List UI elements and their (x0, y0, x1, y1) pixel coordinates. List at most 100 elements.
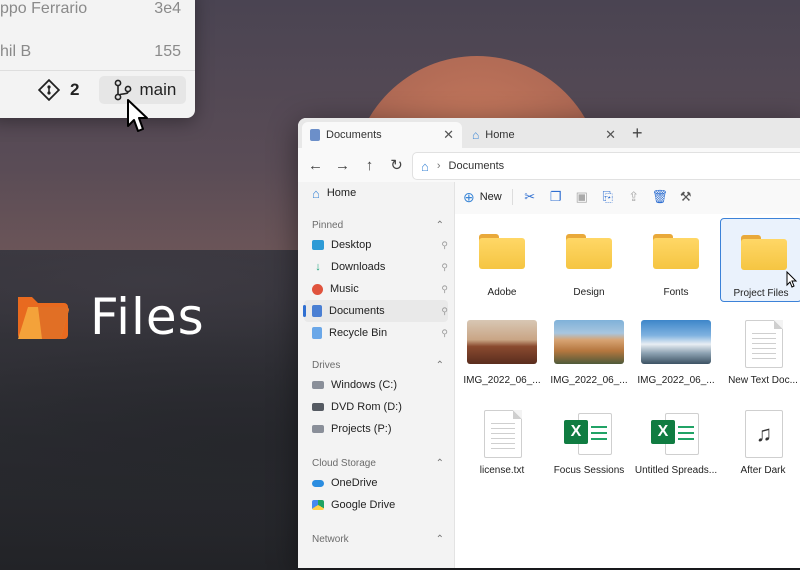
music-icon (312, 283, 323, 295)
sidebar-item-windows-drive[interactable]: Windows (C:) (304, 374, 448, 396)
sidebar-item-label: OneDrive (331, 477, 378, 489)
close-tab-icon[interactable]: ✕ (605, 127, 616, 143)
chevron-up-icon: ⌃ (435, 359, 444, 371)
text-document-item[interactable]: New Text Doc... (720, 306, 800, 390)
changes-button[interactable]: 2 (38, 79, 79, 101)
address-bar[interactable]: ⌂ › Documents (412, 152, 800, 180)
commit-row[interactable]: ppo Ferrario 3e4 (0, 0, 185, 24)
section-label: Pinned (312, 219, 344, 231)
git-diamond-icon (38, 79, 60, 101)
git-panel: ppo Ferrario 3e4 hil B 155 2 main (0, 0, 195, 118)
commit-row[interactable]: hil B 155 (0, 37, 185, 67)
item-label: IMG_2022_06_... (550, 375, 628, 386)
pin-icon[interactable]: ⚲ (441, 328, 448, 339)
item-label: IMG_2022_06_... (463, 375, 541, 386)
rename-icon[interactable]: ⎘ (595, 189, 621, 205)
commit-author: hil B (0, 43, 32, 60)
image-item[interactable]: IMG_2022_06_... (459, 306, 545, 390)
brand-title: Files (90, 288, 205, 346)
sidebar-item-onedrive[interactable]: OneDrive (304, 472, 448, 494)
sidebar-item-label: Home (326, 187, 357, 199)
sidebar-item-music[interactable]: Music ⚲ (304, 278, 448, 300)
up-icon[interactable]: ↑ (356, 157, 383, 174)
item-label: IMG_2022_06_... (637, 375, 715, 386)
music-file-item[interactable]: ♫ After Dark (720, 396, 800, 480)
folder-item[interactable]: Fonts (633, 218, 719, 302)
commit-author: ppo Ferrario (0, 0, 88, 17)
folder-item[interactable]: Design (546, 218, 632, 302)
sidebar-item-label: Windows (C:) (331, 379, 398, 391)
section-label: Drives (312, 359, 341, 371)
home-icon: ⌂ (421, 158, 429, 174)
image-item[interactable]: IMG_2022_06_... (633, 306, 719, 390)
new-button[interactable]: ⊕ New (463, 189, 502, 206)
home-icon: ⌂ (312, 185, 320, 201)
delete-icon[interactable]: 🗑 (647, 189, 673, 205)
copy-icon[interactable]: ❐ (543, 189, 569, 205)
folder-item[interactable]: Adobe (459, 218, 545, 302)
folder-icon (741, 235, 787, 270)
section-drives[interactable]: Drives ⌃ (312, 356, 444, 374)
paste-icon[interactable]: ▣ (569, 189, 595, 205)
downloads-icon: ↓ (315, 261, 321, 273)
sidebar-item-documents[interactable]: Documents ⚲ (303, 300, 448, 322)
text-document-icon (745, 320, 783, 368)
cut-icon[interactable]: ✂ (517, 189, 543, 205)
google-drive-icon (312, 500, 324, 510)
music-file-icon: ♫ (745, 410, 783, 458)
mouse-cursor-icon (127, 99, 148, 132)
image-item[interactable]: IMG_2022_06_... (546, 306, 632, 390)
spreadsheet-item[interactable]: X Focus Sessions (546, 396, 632, 480)
pin-icon[interactable]: ⚲ (441, 306, 448, 317)
commit-hash: 3e4 (154, 0, 181, 17)
sidebar-item-label: DVD Rom (D:) (331, 401, 402, 413)
new-tab-icon[interactable]: + (632, 123, 643, 144)
sidebar-item-label: Downloads (331, 261, 386, 273)
pin-icon[interactable]: ⚲ (441, 284, 448, 295)
desktop-icon (312, 240, 324, 250)
item-label: Project Files (733, 288, 789, 299)
sidebar-item-projects-drive[interactable]: Projects (P:) (304, 418, 448, 440)
spreadsheet-item[interactable]: X Untitled Spreads... (633, 396, 719, 480)
tab-strip: Documents ✕ ⌂ Home ✕ + (298, 118, 800, 148)
folder-icon (479, 234, 525, 269)
sidebar-item-dvd-drive[interactable]: DVD Rom (D:) (304, 396, 448, 418)
item-label: After Dark (740, 465, 786, 476)
excel-icon: X (564, 410, 612, 456)
section-pinned[interactable]: Pinned ⌃ (312, 216, 444, 234)
properties-icon[interactable]: ⚒ (673, 189, 699, 205)
command-bar: ⊕ New ✂ ❐ ▣ ⎘ ⇪ 🗑 ⚒ (455, 182, 800, 212)
plus-circle-icon: ⊕ (463, 188, 475, 205)
commit-hash: 155 (154, 43, 181, 60)
item-label: Design (573, 287, 605, 298)
text-document-item[interactable]: license.txt (459, 396, 545, 480)
section-label: Network (312, 533, 349, 545)
folder-item-selected[interactable]: Project Files (720, 218, 800, 302)
changes-count: 2 (70, 80, 80, 99)
sidebar-item-downloads[interactable]: ↓ Downloads ⚲ (304, 256, 448, 278)
excel-icon: X (651, 410, 699, 456)
close-tab-icon[interactable]: ✕ (443, 127, 454, 143)
tab-label: Documents (326, 129, 382, 141)
pin-icon[interactable]: ⚲ (441, 262, 448, 273)
sidebar-item-home[interactable]: ⌂ Home (304, 182, 448, 204)
breadcrumb-documents[interactable]: Documents (449, 160, 505, 172)
sidebar-item-label: Desktop (331, 239, 372, 251)
section-network[interactable]: Network ⌃ (312, 530, 444, 548)
refresh-icon[interactable]: ↻ (383, 156, 410, 174)
sidebar-item-google-drive[interactable]: Google Drive (304, 494, 448, 516)
section-cloud-storage[interactable]: Cloud Storage ⌃ (312, 454, 444, 472)
navigation-bar: ← → ↑ ↻ ⌂ › Documents (298, 148, 800, 182)
divider (0, 70, 195, 71)
forward-icon[interactable]: → (329, 157, 356, 174)
pin-icon[interactable]: ⚲ (441, 240, 448, 251)
files-logo-icon (18, 297, 69, 340)
share-icon[interactable]: ⇪ (621, 189, 647, 205)
new-label: New (479, 191, 502, 203)
back-icon[interactable]: ← (302, 157, 329, 174)
tab-home[interactable]: ⌂ Home ✕ (464, 122, 624, 148)
sidebar-item-recycle-bin[interactable]: Recycle Bin ⚲ (304, 322, 448, 344)
recycle-bin-icon (312, 327, 322, 339)
sidebar-item-desktop[interactable]: Desktop ⚲ (304, 234, 448, 256)
tab-documents[interactable]: Documents ✕ (302, 122, 462, 148)
